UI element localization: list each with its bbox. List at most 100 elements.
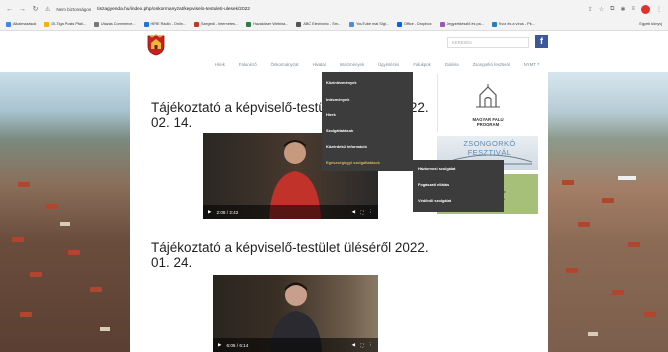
back-arrow-icon[interactable]: ←	[6, 6, 13, 13]
nav-item-zsongorko[interactable]: Zsongorkó fesztivál	[473, 62, 510, 67]
bookmark-item[interactable]: Jegyzetkészlő és pa...	[439, 21, 484, 27]
more-options-icon[interactable]: ⋮	[368, 209, 373, 215]
search-input[interactable]: KERESÉS	[447, 37, 529, 48]
intezmenyek-dropdown-menu	[322, 72, 413, 171]
bookmark-icon	[44, 21, 50, 27]
bookmark-item[interactable]: Alkalmazások	[6, 21, 36, 27]
background-village-photo-right	[548, 72, 668, 352]
bookmark-icon	[439, 21, 445, 27]
bookmark-icon	[246, 21, 252, 27]
roof-shape	[60, 222, 70, 226]
bookmark-item[interactable]: Utazás Commerce...	[93, 21, 136, 27]
nav-item-onkormanyzat[interactable]: Önkormányzat	[271, 62, 299, 67]
roof-shape	[68, 250, 80, 255]
roof-shape	[20, 312, 32, 317]
bookmark-item[interactable]: Kvíz és a vírus - Pk...	[491, 21, 535, 27]
nav-item-hivatal[interactable]: Hivatal	[313, 62, 326, 67]
video-player[interactable]: ▶ 6:05 / 6:14 ◀ ⛶ ⋮	[213, 275, 378, 352]
bookmark-item[interactable]: Office - Dropbox	[396, 21, 432, 27]
bookmark-icon	[143, 21, 149, 27]
nav-item-falunezo[interactable]: Falunéző	[239, 62, 257, 67]
star-icon[interactable]: ☆	[599, 6, 604, 13]
play-icon[interactable]: ▶	[218, 342, 222, 348]
nav-item-intezmenyek[interactable]: Intézmények	[340, 62, 364, 67]
share-icon[interactable]: ⇪	[588, 6, 593, 13]
browser-toolbar-right: ⇪ ☆ ⧉ ✱ ≡ ⋮	[588, 4, 662, 14]
bookmark-item[interactable]: YouTube mai SIgl...	[349, 21, 389, 27]
facebook-icon[interactable]: f	[535, 35, 548, 48]
bookmark-item[interactable]: Hazaköser Webina...	[246, 21, 288, 27]
nav-item-galeria[interactable]: Galéria	[445, 62, 459, 67]
bookmark-icon	[349, 21, 355, 27]
bookmark-icon	[193, 21, 199, 27]
url-text[interactable]: tiszagyenda.hu/index.php/onkormanyzat/ke…	[97, 7, 250, 12]
roof-shape	[18, 182, 30, 187]
magyar-falu-program-label: MAGYAR FALU PROGRAM	[472, 117, 504, 127]
submenu-item-haziorvosi-szolgalat[interactable]: Háziorvosi szolgálat	[418, 166, 455, 171]
url-security-label: Nem biztonságos	[56, 6, 92, 12]
video-time: 6:05 / 6:14	[226, 342, 249, 348]
play-icon[interactable]: ▶	[208, 209, 212, 215]
roof-shape	[602, 198, 614, 203]
dropdown-item-hirek[interactable]: Hírek	[326, 112, 336, 117]
nav-item-nymt[interactable]: NYMT 7	[524, 62, 540, 67]
nav-item-hirek[interactable]: Hírek	[215, 62, 225, 67]
more-options-icon[interactable]: ⋮	[368, 342, 373, 348]
roof-shape	[612, 290, 624, 295]
bookmark-item[interactable]: Szegedi - Internetes...	[193, 21, 238, 27]
background-village-photo-left	[0, 72, 130, 352]
bookmark-icon	[396, 21, 402, 27]
bookmark-icon	[491, 21, 497, 27]
roof-shape	[30, 272, 42, 277]
roof-shape	[628, 242, 640, 247]
volume-icon[interactable]: ◀	[352, 209, 356, 215]
roof-shape	[46, 204, 58, 209]
video-controls: ▶ 2:08 / 2:42 ◀ ⛶ ⋮	[203, 205, 378, 219]
submenu-item-fogaszati-ellatas[interactable]: Fogászati ellátás	[418, 182, 449, 187]
submenu-item-vedonoi-szolgalat[interactable]: Védőnői szolgálat	[418, 198, 451, 203]
dropdown-item-egeszsegugyi-szolgaltatasok[interactable]: Egészségügyi szolgáltatások	[326, 160, 380, 165]
fullscreen-icon[interactable]: ⛶	[360, 343, 363, 348]
roof-shape	[566, 268, 578, 273]
dropdown-item-kozintezmenyek[interactable]: Közintézmények	[326, 80, 357, 85]
forward-arrow-icon[interactable]: →	[19, 6, 26, 13]
bookmark-icon	[296, 21, 302, 27]
volume-icon[interactable]: ◀	[352, 342, 356, 348]
dropdown-item-intezmenyek[interactable]: Intézmények	[326, 97, 349, 102]
roof-shape	[588, 332, 598, 336]
nav-item-ugyintezes[interactable]: Ügyintézés	[378, 62, 399, 67]
reload-icon[interactable]: ↻	[32, 5, 39, 13]
menu-icon[interactable]: ⋮	[656, 6, 662, 13]
roof-shape	[618, 176, 636, 180]
bookmark-item[interactable]: DI-Tiga Posts Pfall...	[44, 21, 86, 27]
dropdown-item-kozerdeku-informacio[interactable]: Közérdekű információ	[326, 144, 367, 149]
bookmarks-bar: Alkalmazások DI-Tiga Posts Pfall... Utaz…	[0, 18, 668, 31]
warning-icon[interactable]: ⚠	[45, 6, 50, 13]
bookmark-item[interactable]: ABC Electronic - Sm...	[296, 21, 341, 27]
village-crest-logo[interactable]	[147, 34, 165, 56]
browser-window: ← → ↻ ⚠ Nem biztonságos tiszagyenda.hu/i…	[0, 0, 668, 352]
extensions-icon[interactable]: ⧉	[610, 6, 614, 13]
nav-item-falukpok[interactable]: Falukpok	[413, 62, 430, 67]
roof-shape	[644, 312, 656, 317]
roof-shape	[562, 180, 574, 185]
roof-shape	[12, 237, 24, 242]
puzzle-icon[interactable]: ✱	[620, 6, 625, 13]
other-bookmarks[interactable]: Egyéb könyvj	[639, 22, 662, 26]
dropdown-item-szolgaltatasok[interactable]: Szolgáltatások	[326, 128, 353, 133]
fullscreen-icon[interactable]: ⛶	[360, 210, 363, 215]
video-time: 2:08 / 2:42	[216, 209, 239, 215]
bookmark-icon	[6, 21, 11, 27]
church-logo	[476, 84, 500, 108]
bookmark-icon	[93, 21, 99, 27]
roof-shape	[578, 222, 590, 227]
address-bar: ← → ↻ ⚠ Nem biztonságos tiszagyenda.hu/i…	[0, 0, 668, 18]
video-controls: ▶ 6:05 / 6:14 ◀ ⛶ ⋮	[213, 338, 378, 352]
profile-avatar[interactable]	[641, 4, 650, 14]
roof-shape	[90, 287, 102, 292]
reading-list-icon[interactable]: ≡	[631, 6, 635, 12]
post-title[interactable]: Tájékoztató a képviselő-testület ülésérő…	[151, 240, 451, 270]
bookmark-item[interactable]: HÍRE Rádió - Onlin...	[143, 21, 186, 27]
main-navigation: Hírek Falunéző Önkormányzat Hivatal Inté…	[0, 57, 668, 71]
roof-shape	[100, 327, 110, 331]
